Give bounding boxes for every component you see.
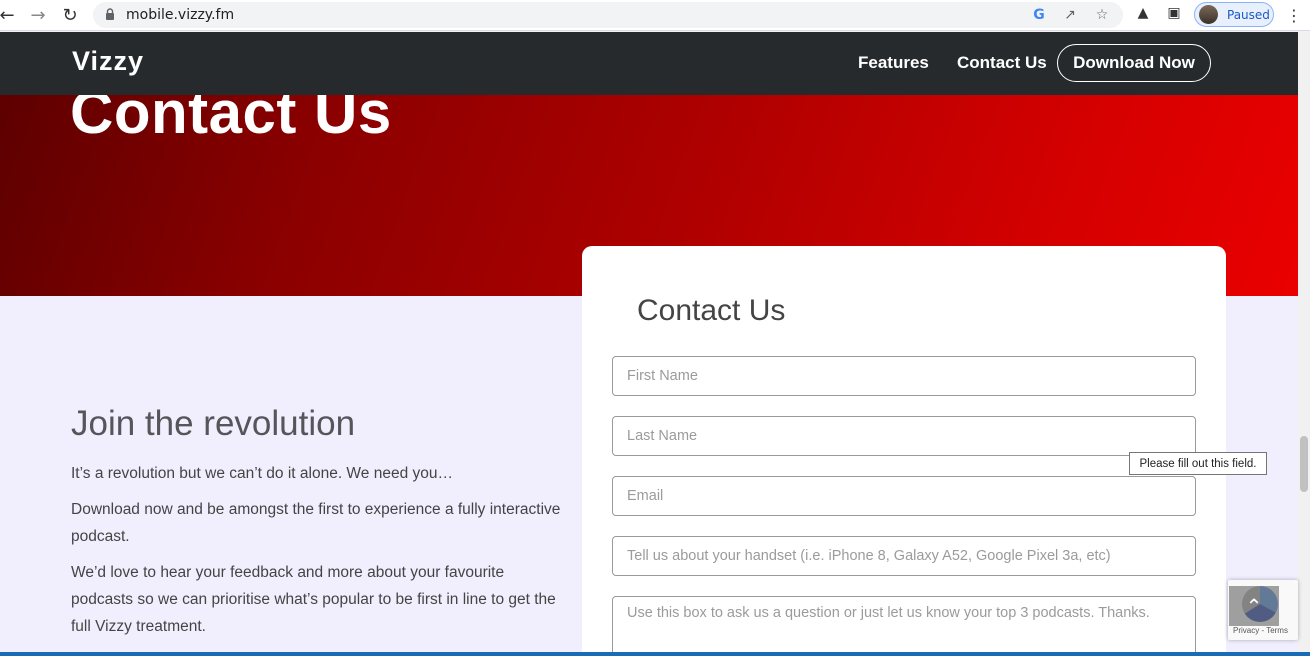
scroll-to-top-icon[interactable]: ⌃	[1229, 586, 1279, 626]
url-text[interactable]: mobile.vizzy.fm	[126, 7, 234, 23]
contact-form-card: Contact Us First Name Last Name Email Te…	[582, 246, 1226, 656]
download-paragraph: Download now and be amongst the first to…	[71, 501, 561, 545]
sidepanel-icon[interactable]: ▣	[1165, 4, 1183, 22]
profile-button[interactable]: Paused	[1194, 2, 1274, 27]
section-heading: Join the revolution	[71, 404, 356, 443]
reload-icon[interactable]: ↻	[59, 4, 81, 26]
scrollbar-thumb[interactable]	[1300, 436, 1308, 492]
puzzle-icon[interactable]: ▲	[1134, 4, 1152, 22]
last-name-field[interactable]: Last Name	[612, 416, 1196, 456]
handset-field[interactable]: Tell us about your handset (i.e. iPhone …	[612, 536, 1196, 576]
browser-toolbar: ← → ↻ mobile.vizzy.fm G ↗ ☆ ▲ ▣ Paused ⋮	[0, 0, 1310, 31]
site-logo[interactable]: Vizzy	[72, 46, 144, 77]
more-icon[interactable]: ⋮	[1286, 6, 1302, 25]
nav-link-contact[interactable]: Contact Us	[957, 53, 1047, 73]
address-bar[interactable]: mobile.vizzy.fm G ↗ ☆	[93, 2, 1123, 28]
back-arrow-icon[interactable]: ←	[0, 4, 18, 26]
recaptcha-terms[interactable]: Privacy - Terms	[1233, 626, 1288, 635]
form-title: Contact Us	[637, 294, 786, 327]
profile-status: Paused	[1227, 8, 1270, 22]
share-icon[interactable]: ↗	[1061, 6, 1079, 24]
avatar	[1199, 5, 1218, 24]
google-icon[interactable]: G	[1030, 6, 1048, 24]
validation-tooltip: Please fill out this field.	[1129, 452, 1267, 475]
page-scrollbar[interactable]	[1298, 32, 1310, 656]
star-icon[interactable]: ☆	[1093, 6, 1111, 24]
lock-icon	[106, 8, 114, 20]
first-name-field[interactable]: First Name	[612, 356, 1196, 396]
nav-link-features[interactable]: Features	[858, 53, 929, 73]
site-navbar: Vizzy Features Contact Us Download Now	[0, 32, 1298, 95]
intro-paragraph: It’s a revolution but we can’t do it alo…	[71, 465, 453, 482]
page: Contact Us Vizzy Features Contact Us Dow…	[0, 32, 1298, 656]
email-field[interactable]: Email	[612, 476, 1196, 516]
forward-arrow-icon[interactable]: →	[27, 4, 49, 26]
bottom-accent-bar	[0, 652, 1310, 656]
message-textarea[interactable]: Use this box to ask us a question or jus…	[612, 596, 1196, 656]
download-now-button[interactable]: Download Now	[1057, 44, 1211, 82]
feedback-paragraph: We’d love to hear your feedback and more…	[71, 564, 556, 635]
